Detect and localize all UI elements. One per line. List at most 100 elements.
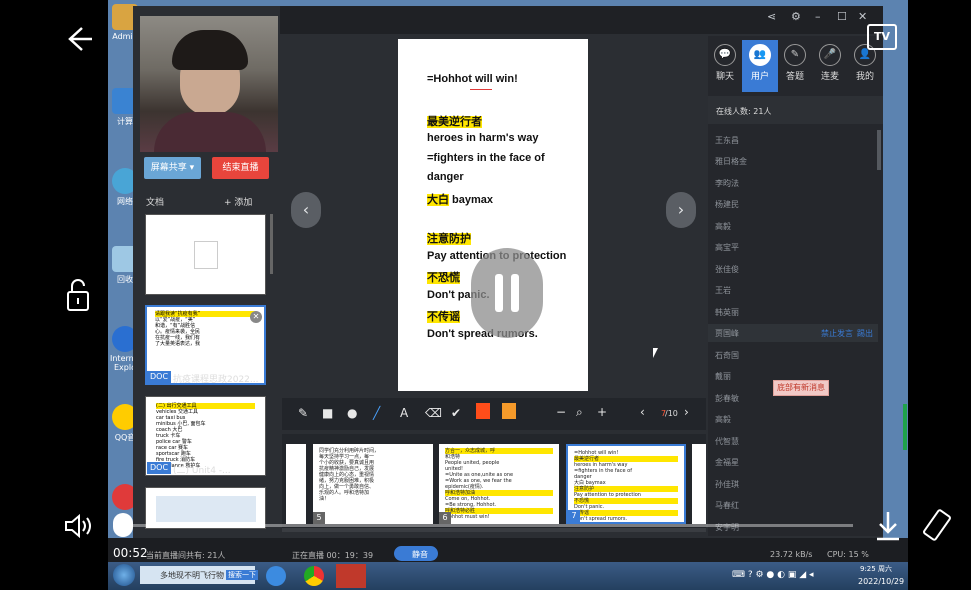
screen-share-button[interactable]: 屏幕共享 ▾ <box>144 157 201 179</box>
clear-tool-icon[interactable]: ✔ <box>451 406 461 420</box>
zoom-in-button[interactable]: + <box>597 405 607 419</box>
doc-name: 抗疫课程思政2022... <box>173 375 259 385</box>
page-thumbnail-strip: 同学们充分利用碎片时间， 每天坚持学习一点，每一 个小的收获，要真诚且用 抗疫精… <box>282 434 706 528</box>
user-list-item[interactable]: 彭春敏 <box>715 393 739 404</box>
presenter-body <box>154 112 266 152</box>
user-list-item[interactable]: 王东昌 <box>715 135 739 146</box>
tab-mic[interactable]: 🎤 连麦 <box>814 44 846 82</box>
user-list-item[interactable]: 韩英丽 <box>715 307 739 318</box>
new-message-toast[interactable]: 底部有新消息 <box>773 380 829 396</box>
end-live-button[interactable]: 结束直播 <box>212 157 269 179</box>
share-icon[interactable]: ⋖ <box>767 10 776 23</box>
page-number: 7 <box>568 510 580 522</box>
remove-doc-icon[interactable]: ✕ <box>250 311 262 323</box>
webcam-video <box>140 16 278 152</box>
zoom-icon[interactable]: ⌕ <box>576 405 583 420</box>
doc-name: (二) Unit4 -... <box>173 466 231 476</box>
red-underline <box>470 89 492 90</box>
users-icon: 👥 <box>749 44 771 66</box>
user-list-item[interactable]: 戴丽 <box>715 371 731 382</box>
volume-meter <box>903 404 907 450</box>
zoom-out-button[interactable]: − <box>556 405 566 419</box>
page-number: 6 <box>439 512 451 524</box>
start-button-icon[interactable] <box>113 564 135 586</box>
close-icon[interactable]: ✕ <box>858 10 867 23</box>
user-list-item[interactable]: 高毅 <box>715 221 731 232</box>
rotate-screen-icon[interactable] <box>922 508 952 546</box>
clock-time: 9:25 周六 <box>860 565 892 573</box>
tab-chat[interactable]: 💬 聊天 <box>709 44 741 82</box>
page-thumbnail-partial[interactable] <box>286 444 306 524</box>
live-app-taskbar-icon[interactable] <box>336 564 366 588</box>
page-thumbnail-6[interactable]: 方合一，众志成城，呼 和浩特 People united, people uni… <box>439 444 559 524</box>
user-list-item[interactable]: 石奇国 <box>715 350 739 361</box>
taskbar-task-label: 多地现不明飞行物 <box>160 571 224 580</box>
strip-scrollbar[interactable] <box>282 528 706 532</box>
eraser-tool-icon[interactable]: ⌫ <box>425 406 442 420</box>
color-swatch-red[interactable] <box>476 403 490 419</box>
progress-knob[interactable] <box>113 513 133 537</box>
next-slide-button[interactable]: › <box>666 192 696 228</box>
user-list-item[interactable]: 代智慧 <box>715 436 739 447</box>
tv-cast-icon[interactable]: TV <box>867 24 897 50</box>
user-list-item[interactable]: 孙佳琪 <box>715 479 739 490</box>
pen-tool-icon[interactable]: ✎ <box>298 406 308 420</box>
bandwidth: 23.72 kB/s <box>770 550 813 559</box>
page-thumbnail-7[interactable]: =Hohhot will win! 最美逆行者 heroes in harm's… <box>566 444 686 524</box>
user-list-item[interactable]: 张佳俊 <box>715 264 739 275</box>
document-thumbnail-blank[interactable] <box>145 214 266 295</box>
pen-icon: ✎ <box>784 44 806 66</box>
add-document-button[interactable]: + 添加 <box>224 195 252 208</box>
user-list-item[interactable]: 李昀法 <box>715 178 739 189</box>
progress-track[interactable] <box>113 524 853 527</box>
current-slide: =Hohhot will win! 最美逆行者 heroes in harm's… <box>398 39 588 391</box>
volume-icon[interactable] <box>63 512 95 544</box>
minimize-icon[interactable]: – <box>815 10 821 23</box>
taskbar-search-button[interactable]: 搜索一下 <box>226 570 258 580</box>
text-tool-icon[interactable]: A <box>400 406 408 420</box>
page-prev-button[interactable]: ‹ <box>640 405 645 419</box>
cpu-usage: CPU: 15 % <box>827 550 869 559</box>
mute-label: 静音 <box>412 550 428 559</box>
pause-bar-left <box>495 274 503 312</box>
settings-icon[interactable]: ⚙ <box>791 10 801 23</box>
system-tray-icons: ⌨ ? ⚙ ● ◐ ▣ ◢ ◂ <box>732 570 814 580</box>
user-list-item[interactable]: 杨建民 <box>715 199 739 210</box>
online-count: 在线人数: 21人 <box>716 107 772 116</box>
user-list-item[interactable]: 马春红 <box>715 500 739 511</box>
tab-quiz[interactable]: ✎ 答题 <box>779 44 811 82</box>
doc-type-badge: DOC <box>147 462 172 474</box>
page-thumbnail-partial[interactable] <box>692 444 706 524</box>
mic-icon: 🎤 <box>819 44 841 66</box>
user-list-item[interactable]: 高毅 <box>715 414 731 425</box>
ie-taskbar-icon[interactable] <box>266 566 286 586</box>
chrome-taskbar-icon[interactable] <box>304 566 324 586</box>
mute-user-button[interactable]: 禁止发言 <box>821 328 853 339</box>
color-swatch-orange[interactable] <box>502 403 516 419</box>
viewer-count: 当前直播间共有: 21人 <box>146 551 226 560</box>
rectangle-tool-icon[interactable]: ■ <box>322 406 333 420</box>
ellipse-tool-icon[interactable]: ● <box>347 406 357 420</box>
user-list-item[interactable]: 王岩 <box>715 285 731 296</box>
pause-icon[interactable] <box>471 248 543 338</box>
maximize-icon[interactable]: ☐ <box>837 10 847 23</box>
sidebar-scrollbar[interactable] <box>270 214 273 274</box>
chat-icon: 💬 <box>714 44 736 66</box>
page-thumbnail-5[interactable]: 同学们充分利用碎片时间， 每天坚持学习一点，每一 个小的收获，要真诚且用 抗疫精… <box>313 444 433 524</box>
line-tool-icon[interactable]: ╱ <box>373 406 380 420</box>
document-thumbnail-3[interactable] <box>145 487 266 529</box>
tab-users[interactable]: 👥 用户 <box>744 44 776 82</box>
doc-preview-image <box>156 496 256 522</box>
user-list-item[interactable]: 高宝平 <box>715 242 739 253</box>
page-number: 5 <box>313 512 325 524</box>
back-arrow-icon[interactable] <box>64 24 94 60</box>
user-list-item[interactable]: 金福星 <box>715 457 739 468</box>
download-icon[interactable] <box>874 510 902 546</box>
user-list-item[interactable]: 雅日格金 <box>715 156 747 167</box>
screen-unlock-icon[interactable] <box>64 278 92 316</box>
prev-slide-button[interactable]: ‹ <box>291 192 321 228</box>
kick-user-button[interactable]: 踢出 <box>857 328 873 339</box>
page-next-button[interactable]: › <box>684 405 689 419</box>
user-list-item[interactable]: 贾国峰 <box>715 328 739 339</box>
user-list-scrollbar[interactable] <box>877 130 881 170</box>
